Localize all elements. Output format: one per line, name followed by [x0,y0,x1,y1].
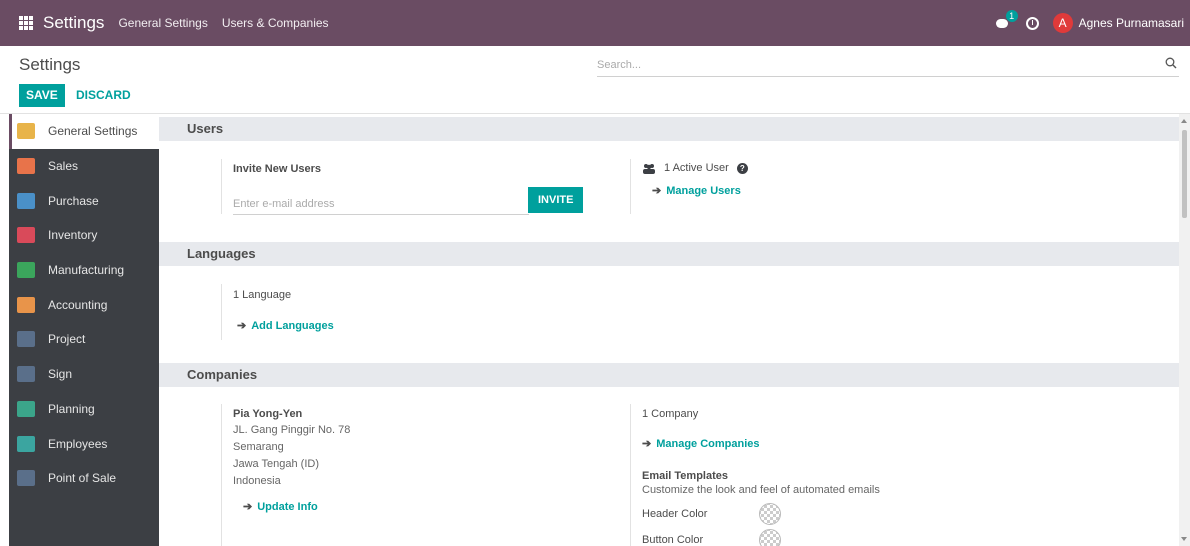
users-icon [17,435,35,452]
sidebar-item-label: Inventory [48,228,98,243]
menu-users-companies[interactable]: Users & Companies [222,16,329,30]
discard-button[interactable]: DISCARD [71,84,136,107]
settings-sidebar: General Settings Sales Purchase Inventory Ma… [9,114,159,546]
sidebar-item-employees[interactable]: Employees [9,426,159,461]
invite-users-box: Invite New Users INVITE [221,159,584,215]
languages-box: 1 Language ➔ Add Languages [221,284,521,340]
credit-card-icon [17,192,35,209]
header-color-picker[interactable] [759,503,781,525]
add-languages-label: Add Languages [251,319,334,332]
sidebar-item-planning[interactable]: Planning [9,392,159,427]
language-count: 1 Language [233,289,292,301]
avatar: A [1052,13,1073,33]
company-address-line: JL. Gang Pinggir No. 78 [233,424,351,436]
sidebar-item-accounting[interactable]: Accounting [9,287,159,322]
update-info-link[interactable]: ➔ Update Info [243,500,521,514]
company-address-line: Semarang [233,441,284,453]
sidebar-item-label: Project [48,332,86,347]
sidebar-item-label: Purchase [48,193,99,208]
sidebar-item-sales[interactable]: Sales [9,149,159,184]
email-templates-title: Email Templates [642,470,728,482]
section-users-heading: Users [159,117,1179,141]
scroll-up-arrow-icon[interactable] [1181,119,1187,123]
manage-companies-link[interactable]: ➔ Manage Companies [642,437,1030,451]
box-icon [17,227,35,244]
arrow-right-icon: ➔ [642,438,652,450]
arrow-right-icon: ➔ [652,185,662,197]
messaging-icon[interactable]: 1 [995,10,1018,30]
activity-clock-icon[interactable] [1025,16,1039,30]
company-settings-box: 1 Company ➔ Manage Companies Email Templ… [630,404,1030,546]
sidebar-item-label: Point of Sale [48,471,117,486]
sidebar-item-label: Sign [48,367,73,382]
sidebar-item-label: Sales [48,159,79,174]
invite-users-title: Invite New Users [233,163,322,175]
company-name: Pia Yong-Yen [233,408,303,420]
sidebar-item-label: Manufacturing [48,263,125,278]
signature-icon [17,366,35,383]
apps-menu-icon[interactable] [19,16,33,30]
breadcrumb: Settings [19,55,81,74]
search-icon[interactable] [1165,57,1177,69]
sidebar-item-project[interactable]: Project [9,322,159,357]
sidebar-item-label: Employees [48,436,108,451]
scrollbar-thumb[interactable] [1182,130,1187,218]
save-button[interactable]: SAVE [19,84,65,107]
file-icon [17,296,35,313]
chart-icon [17,158,35,175]
sidebar-item-label: Accounting [48,297,108,312]
manage-users-link[interactable]: ➔ Manage Users [652,184,930,198]
sidebar-item-purchase[interactable]: Purchase [9,183,159,218]
store-icon [17,470,35,487]
user-name: Agnes Purnamasari [1078,16,1184,30]
active-users-count: 1 Active User [664,162,729,174]
search-input[interactable] [597,55,1137,75]
wrench-icon [17,262,35,279]
help-icon[interactable]: ? [736,162,748,174]
scroll-down-arrow-icon[interactable] [1181,537,1187,541]
email-templates-description: Customize the look and feel of automated… [642,484,880,496]
puzzle-icon [17,331,35,348]
arrow-right-icon: ➔ [237,320,247,332]
sidebar-item-label: Planning [48,401,95,416]
content-scrollbar[interactable] [1179,114,1190,546]
company-info-box: Pia Yong-Yen JL. Gang Pinggir No. 78 Sem… [221,404,521,546]
message-count-badge: 1 [1005,10,1018,22]
gear-icon [17,123,35,140]
top-navbar: Settings General Settings Users & Compan… [0,0,1190,46]
manage-users-label: Manage Users [666,184,741,197]
active-users-box: 1 Active User ? ➔ Manage Users [630,159,930,214]
add-languages-link[interactable]: ➔ Add Languages [237,319,521,333]
company-address-line: Indonesia [233,475,281,487]
control-panel: Settings SAVE DISCARD [0,46,1190,114]
app-name[interactable]: Settings [43,13,104,33]
sidebar-item-inventory[interactable]: Inventory [9,218,159,253]
company-address-line: Jawa Tengah (ID) [233,458,320,470]
menu-general-settings[interactable]: General Settings [118,16,207,30]
sidebar-item-label: General Settings [48,124,138,139]
button-color-picker[interactable] [759,529,781,546]
settings-content: Users Invite New Users INVITE 1 Active U… [159,114,1179,546]
email-field[interactable] [233,193,529,215]
search-bar [597,55,1179,77]
update-info-label: Update Info [257,500,318,513]
invite-button[interactable]: INVITE [528,187,584,213]
users-icon [643,163,655,174]
header-color-label: Header Color [642,508,708,520]
company-count: 1 Company [642,408,699,420]
manage-companies-label: Manage Companies [656,437,760,450]
sidebar-item-general-settings[interactable]: General Settings [9,114,159,149]
arrow-right-icon: ➔ [243,501,253,513]
planning-icon [17,400,35,417]
sidebar-item-point-of-sale[interactable]: Point of Sale [9,461,159,496]
section-companies-heading: Companies [159,363,1179,387]
section-languages-heading: Languages [159,242,1179,266]
user-menu[interactable]: A Agnes Purnamasari [1052,13,1184,33]
sidebar-item-sign[interactable]: Sign [9,357,159,392]
sidebar-item-manufacturing[interactable]: Manufacturing [9,253,159,288]
button-color-label: Button Color [642,534,704,546]
